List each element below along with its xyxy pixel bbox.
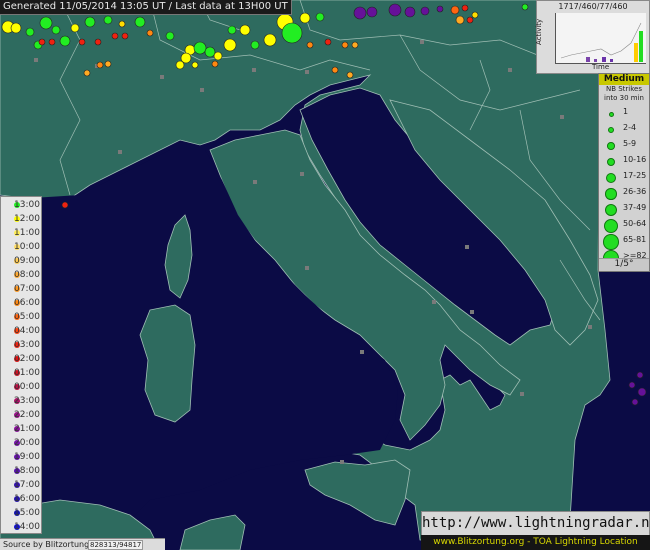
- time-label: 21:00: [14, 424, 40, 434]
- time-row: 00:00: [3, 380, 41, 394]
- source-text: Source by Blitzortung: [3, 540, 90, 549]
- time-label: 15:00: [14, 508, 40, 518]
- activity-plot: [555, 13, 646, 64]
- time-row: 21:00: [3, 422, 41, 436]
- legend-row: 2-4: [599, 123, 649, 135]
- time-label: 18:00: [14, 466, 40, 476]
- time-label: 11:00: [14, 228, 40, 238]
- time-label: 06:00: [14, 298, 40, 308]
- lightning-map: [0, 0, 650, 550]
- time-row: 10:00: [3, 240, 41, 254]
- time-row: 07:00: [3, 282, 41, 296]
- legend-circle-icon: [607, 142, 615, 150]
- time-row: 09:00: [3, 254, 41, 268]
- activity-x-label: Time: [592, 63, 610, 71]
- legend-circle-icon: [605, 172, 617, 184]
- time-row: 05:00: [3, 310, 41, 324]
- legend-label: 10-16: [623, 155, 647, 164]
- activity-y-label: Activity: [535, 18, 543, 45]
- time-label: 17:00: [14, 480, 40, 490]
- source-count: 828313/94817: [88, 540, 144, 550]
- time-label: 08:00: [14, 270, 40, 280]
- time-label: 00:00: [14, 382, 40, 392]
- time-row: 14:00: [3, 520, 41, 534]
- legend-subtitle-1: NB Strikes: [605, 85, 643, 93]
- legend-label: 65-81: [623, 235, 647, 244]
- time-label: 10:00: [14, 242, 40, 252]
- time-row: 13:00: [3, 198, 41, 212]
- time-row: 23:00: [3, 394, 41, 408]
- time-row: 16:00: [3, 492, 41, 506]
- legend-label: 5-9: [623, 139, 637, 148]
- site-url[interactable]: http://www.lightningradar.net: [421, 511, 650, 536]
- activity-counts: 1717/460/77/460: [558, 2, 628, 11]
- time-label: 01:00: [14, 368, 40, 378]
- time-label: 05:00: [14, 312, 40, 322]
- time-label: 04:00: [14, 326, 40, 336]
- time-row: 18:00: [3, 464, 41, 478]
- legend-row: 5-9: [599, 139, 649, 151]
- time-label: 19:00: [14, 452, 40, 462]
- legend-title: Medium: [599, 74, 649, 85]
- time-row: 01:00: [3, 366, 41, 380]
- legend-row: 10-16: [599, 155, 649, 167]
- time-row: 08:00: [3, 268, 41, 282]
- activity-chart: [560, 22, 643, 62]
- legend-row: 65-81: [599, 234, 649, 250]
- time-row: 02:00: [3, 352, 41, 366]
- legend-label: 2-4: [623, 123, 637, 132]
- time-row: 22:00: [3, 408, 41, 422]
- time-label: 07:00: [14, 284, 40, 294]
- legend-circle-icon: [603, 218, 619, 234]
- legend-label: 26-36: [623, 187, 647, 196]
- legend-row: 26-36: [599, 187, 649, 200]
- source-bar: Source by Blitzortung 828313/94817: [0, 538, 165, 550]
- legend-circle-icon: [603, 234, 619, 250]
- time-row: 04:00: [3, 324, 41, 338]
- time-row: 17:00: [3, 478, 41, 492]
- legend-row: 50-64: [599, 218, 649, 234]
- legend-scale: 1/5°: [599, 258, 649, 271]
- time-label: 12:00: [14, 214, 40, 224]
- time-row: 11:00: [3, 226, 41, 240]
- legend-circle-icon: [607, 126, 615, 134]
- footer-credit[interactable]: www.Blitzortung.org - TOA Lightning Loca…: [421, 535, 650, 550]
- legend-subtitle-2: into 30 min: [604, 94, 644, 102]
- legend-row: 37-49: [599, 203, 649, 217]
- time-label: 23:00: [14, 396, 40, 406]
- time-label: 16:00: [14, 494, 40, 504]
- activity-panel: 1717/460/77/460 Activity Time: [535, 0, 650, 74]
- generated-timestamp: Generated 11/05/2014 13:05 UT / Last dat…: [0, 0, 292, 15]
- legend-circle-icon: [605, 188, 617, 200]
- legend-circle-icon: [606, 157, 616, 167]
- legend-circle-icon: [604, 203, 618, 217]
- time-label: 14:00: [14, 522, 40, 532]
- legend-label: 37-49: [623, 203, 647, 212]
- time-row: 12:00: [3, 212, 41, 226]
- time-label: 20:00: [14, 438, 40, 448]
- time-row: 06:00: [3, 296, 41, 310]
- time-label: 22:00: [14, 410, 40, 420]
- strike-legend: Medium NB Strikes into 30 min 1 2-4 5-9 10-…: [598, 73, 650, 272]
- time-row: 15:00: [3, 506, 41, 520]
- legend-circle-icon: [608, 111, 614, 117]
- time-row: 19:00: [3, 450, 41, 464]
- time-label: 13:00: [14, 200, 40, 210]
- legend-label: 1: [623, 107, 629, 116]
- time-label: 02:00: [14, 354, 40, 364]
- time-row: 20:00: [3, 436, 41, 450]
- time-label: 03:00: [14, 340, 40, 350]
- legend-row: 1: [599, 107, 649, 119]
- time-label: 09:00: [14, 256, 40, 266]
- legend-label: 50-64: [623, 219, 647, 228]
- legend-label: 17-25: [623, 171, 647, 180]
- time-row: 03:00: [3, 338, 41, 352]
- legend-row: 17-25: [599, 171, 649, 184]
- time-legend: 13:00 12:00 11:00 10:00 09:00 08:00 07:00 06:00…: [0, 196, 42, 534]
